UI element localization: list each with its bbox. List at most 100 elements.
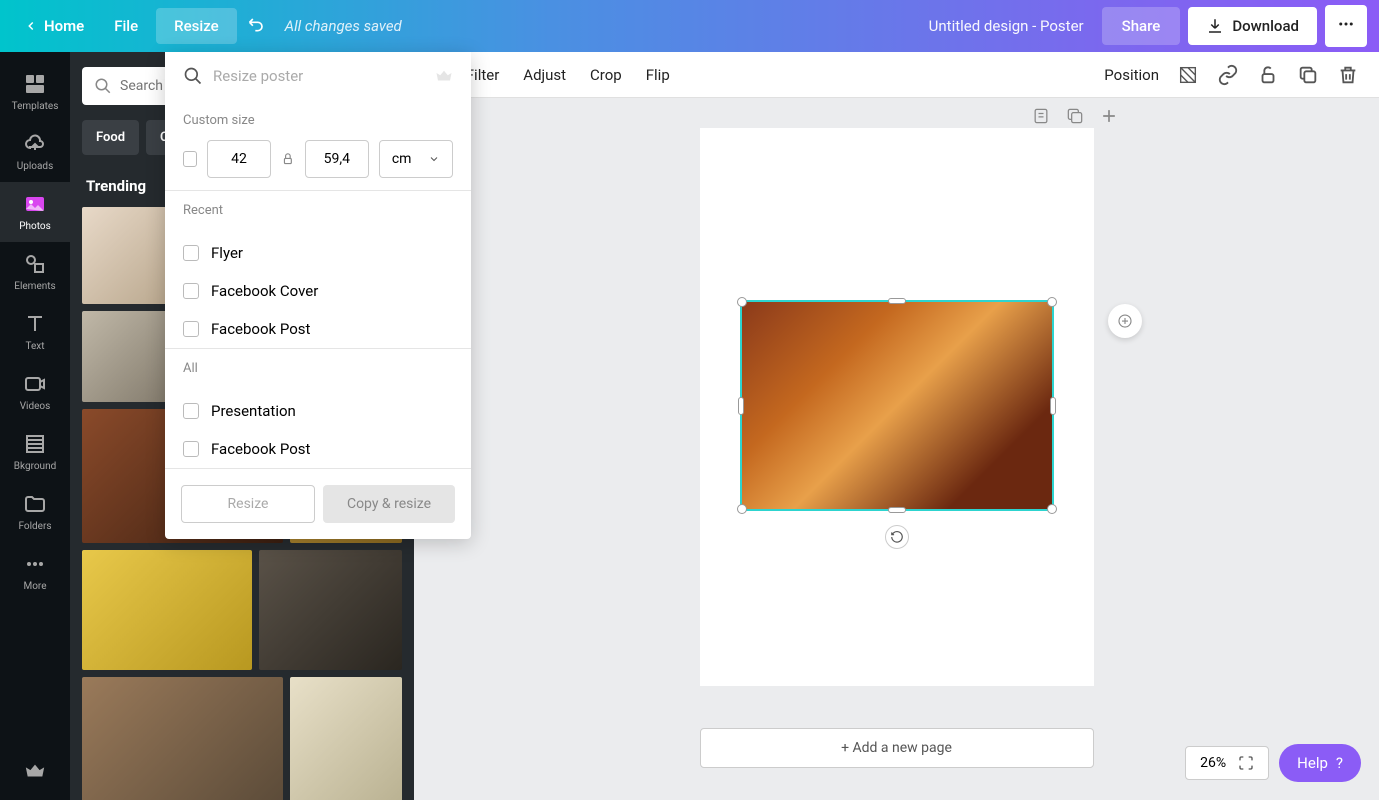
tool-flip[interactable]: Flip	[646, 66, 670, 84]
add-page-button[interactable]: + Add a new page	[700, 728, 1094, 768]
resize-handle-bl[interactable]	[737, 504, 747, 514]
more-button[interactable]	[1325, 5, 1367, 47]
resize-option-fb-cover[interactable]: Facebook Cover	[165, 272, 471, 310]
file-menu[interactable]: File	[96, 8, 156, 44]
custom-size-label: Custom size	[183, 113, 453, 128]
sidebar-item-elements[interactable]: Elements	[0, 242, 70, 302]
rotate-icon	[890, 530, 904, 544]
sidebar-label: Videos	[20, 401, 51, 412]
document-title[interactable]: Untitled design - Poster	[929, 17, 1084, 35]
resize-menu[interactable]: Resize	[156, 8, 236, 44]
sidebar-item-text[interactable]: Text	[0, 302, 70, 362]
photo-thumb[interactable]	[290, 677, 402, 800]
selected-image[interactable]	[740, 300, 1054, 511]
resize-handle-tr[interactable]	[1047, 297, 1057, 307]
sidebar-label: Uploads	[17, 161, 53, 172]
photo-thumb[interactable]	[259, 550, 402, 670]
sidebar-label: Folders	[18, 521, 51, 532]
share-button[interactable]: Share	[1102, 7, 1181, 45]
resize-search-input[interactable]	[213, 67, 425, 85]
unit-select[interactable]: cm	[379, 140, 453, 178]
zoom-control[interactable]: 26%	[1185, 746, 1269, 780]
resize-handle-br[interactable]	[1047, 504, 1057, 514]
canvas-area: s Filter Adjust Crop Flip Position	[414, 52, 1379, 800]
resize-handle-tl[interactable]	[737, 297, 747, 307]
rotate-handle[interactable]	[885, 525, 909, 549]
unit-value: cm	[392, 151, 412, 167]
photos-icon	[23, 192, 47, 216]
sidebar-item-more[interactable]: More	[0, 542, 70, 602]
checkbox[interactable]	[183, 403, 199, 419]
help-button[interactable]: Help ?	[1279, 744, 1361, 782]
text-icon	[23, 312, 47, 336]
notes-icon[interactable]	[1031, 106, 1051, 126]
top-bar: Home File Resize All changes saved Untit…	[0, 0, 1379, 52]
elements-icon	[23, 252, 47, 276]
search-icon	[183, 66, 203, 86]
recent-label: Recent	[183, 203, 453, 218]
copy-page-icon[interactable]	[1065, 106, 1085, 126]
sidebar-item-templates[interactable]: Templates	[0, 62, 70, 122]
resize-handle-b[interactable]	[888, 507, 906, 513]
link-icon[interactable]	[1217, 64, 1239, 86]
checkbox[interactable]	[183, 321, 199, 337]
add-page-icon[interactable]	[1099, 106, 1119, 126]
expand-icon[interactable]	[1238, 755, 1254, 771]
tool-position[interactable]: Position	[1104, 66, 1159, 84]
copy-resize-button[interactable]: Copy & resize	[323, 485, 455, 523]
zoom-value: 26%	[1200, 755, 1226, 771]
undo-button[interactable]	[237, 6, 277, 46]
trash-icon[interactable]	[1337, 64, 1359, 86]
sidebar-item-videos[interactable]: Videos	[0, 362, 70, 422]
sidebar-item-bkground[interactable]: Bkground	[0, 422, 70, 482]
sidebar-label: Bkground	[14, 461, 57, 472]
all-label: All	[183, 361, 453, 376]
resize-option-flyer[interactable]: Flyer	[165, 234, 471, 272]
resize-handle-t[interactable]	[888, 298, 906, 304]
resize-handle-l[interactable]	[738, 397, 744, 415]
resize-option-presentation[interactable]: Presentation	[165, 392, 471, 430]
tool-adjust[interactable]: Adjust	[523, 66, 566, 84]
sidebar-item-uploads[interactable]: Uploads	[0, 122, 70, 182]
width-input[interactable]	[207, 140, 271, 178]
lock-icon[interactable]	[281, 151, 295, 167]
transparency-icon[interactable]	[1177, 64, 1199, 86]
videos-icon	[23, 372, 47, 396]
uploads-icon	[23, 132, 47, 156]
bkground-icon	[23, 432, 47, 456]
checkbox[interactable]	[183, 441, 199, 457]
resize-dropdown: Custom size cm Recent Flyer Facebook Cov…	[165, 52, 471, 539]
sidebar-label: Text	[25, 341, 44, 352]
left-sidebar: Templates Uploads Photos Elements Text V…	[0, 52, 70, 800]
home-button[interactable]: Home	[12, 9, 96, 43]
unlock-icon[interactable]	[1257, 64, 1279, 86]
download-button[interactable]: Download	[1188, 7, 1317, 45]
option-label: Facebook Post	[211, 440, 310, 458]
sidebar-item-folders[interactable]: Folders	[0, 482, 70, 542]
resize-option-fb-post[interactable]: Facebook Post	[165, 310, 471, 348]
home-label: Home	[44, 17, 84, 35]
checkbox[interactable]	[183, 245, 199, 261]
sidebar-item-photos[interactable]: Photos	[0, 182, 70, 242]
resize-button[interactable]: Resize	[181, 485, 315, 523]
custom-size-checkbox[interactable]	[183, 151, 197, 167]
photo-thumb[interactable]	[82, 550, 252, 670]
magic-button[interactable]	[1108, 304, 1142, 338]
design-page[interactable]	[700, 128, 1094, 686]
sidebar-label: Templates	[12, 101, 59, 112]
photo-thumb[interactable]	[82, 677, 283, 800]
duplicate-icon[interactable]	[1297, 64, 1319, 86]
sparkle-icon	[1116, 312, 1134, 330]
tag-food[interactable]: Food	[82, 120, 139, 155]
crown-icon	[435, 67, 453, 85]
image-toolbar: s Filter Adjust Crop Flip Position	[414, 52, 1379, 98]
checkbox[interactable]	[183, 283, 199, 299]
height-input[interactable]	[305, 140, 369, 178]
resize-handle-r[interactable]	[1050, 397, 1056, 415]
upgrade-button[interactable]	[24, 760, 46, 786]
download-label: Download	[1232, 17, 1299, 35]
resize-option-fb-post2[interactable]: Facebook Post	[165, 430, 471, 468]
crown-icon	[24, 760, 46, 782]
sidebar-label: Photos	[19, 221, 51, 232]
tool-crop[interactable]: Crop	[590, 66, 622, 84]
